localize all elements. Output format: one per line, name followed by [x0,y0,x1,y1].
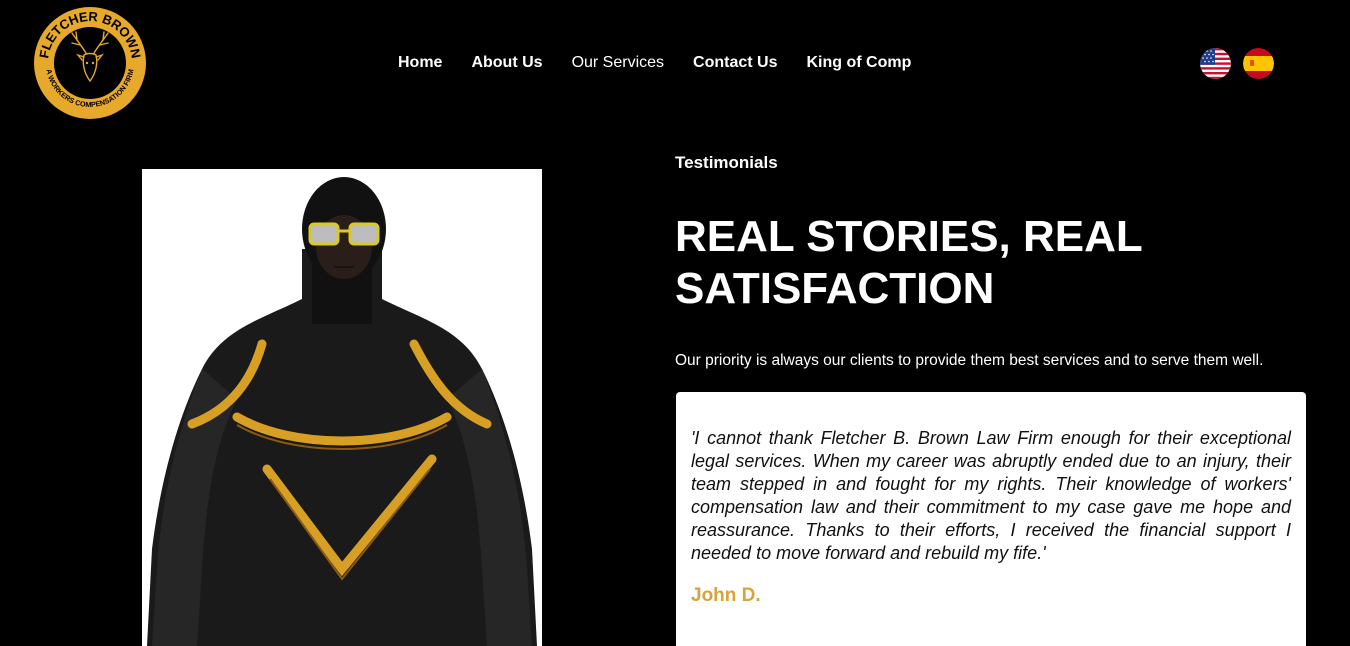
section-headline: REAL STORIES, REAL SATISFACTION [675,212,1142,313]
nav-contact-us[interactable]: Contact Us [693,53,777,73]
main-nav: Home About Us Our Services Contact Us Ki… [398,53,940,73]
nav-about-us[interactable]: About Us [471,53,542,73]
page: FLETCHER BROWN A WORKERS COMPENSATION FI… [0,0,1350,646]
nav-home[interactable]: Home [398,53,442,73]
testimonial-card: 'I cannot thank Fletcher B. Brown Law Fi… [676,392,1306,646]
section-eyebrow: Testimonials [675,153,778,172]
language-switcher [1200,48,1274,79]
spain-flag-icon[interactable] [1243,48,1274,79]
nav-our-services[interactable]: Our Services [572,53,664,73]
testimonial-quote: 'I cannot thank Fletcher B. Brown Law Fi… [691,428,1291,563]
hero-illustration [142,169,542,646]
logo[interactable]: FLETCHER BROWN A WORKERS COMPENSATION FI… [34,7,146,119]
deer-head-icon: FLETCHER BROWN A WORKERS COMPENSATION FI… [35,8,145,118]
us-flag-icon[interactable] [1200,48,1231,79]
section-subtext: Our priority is always our clients to pr… [675,352,1264,369]
nav-king-of-comp[interactable]: King of Comp [806,53,911,73]
testimonial-author: John D. [691,585,761,606]
